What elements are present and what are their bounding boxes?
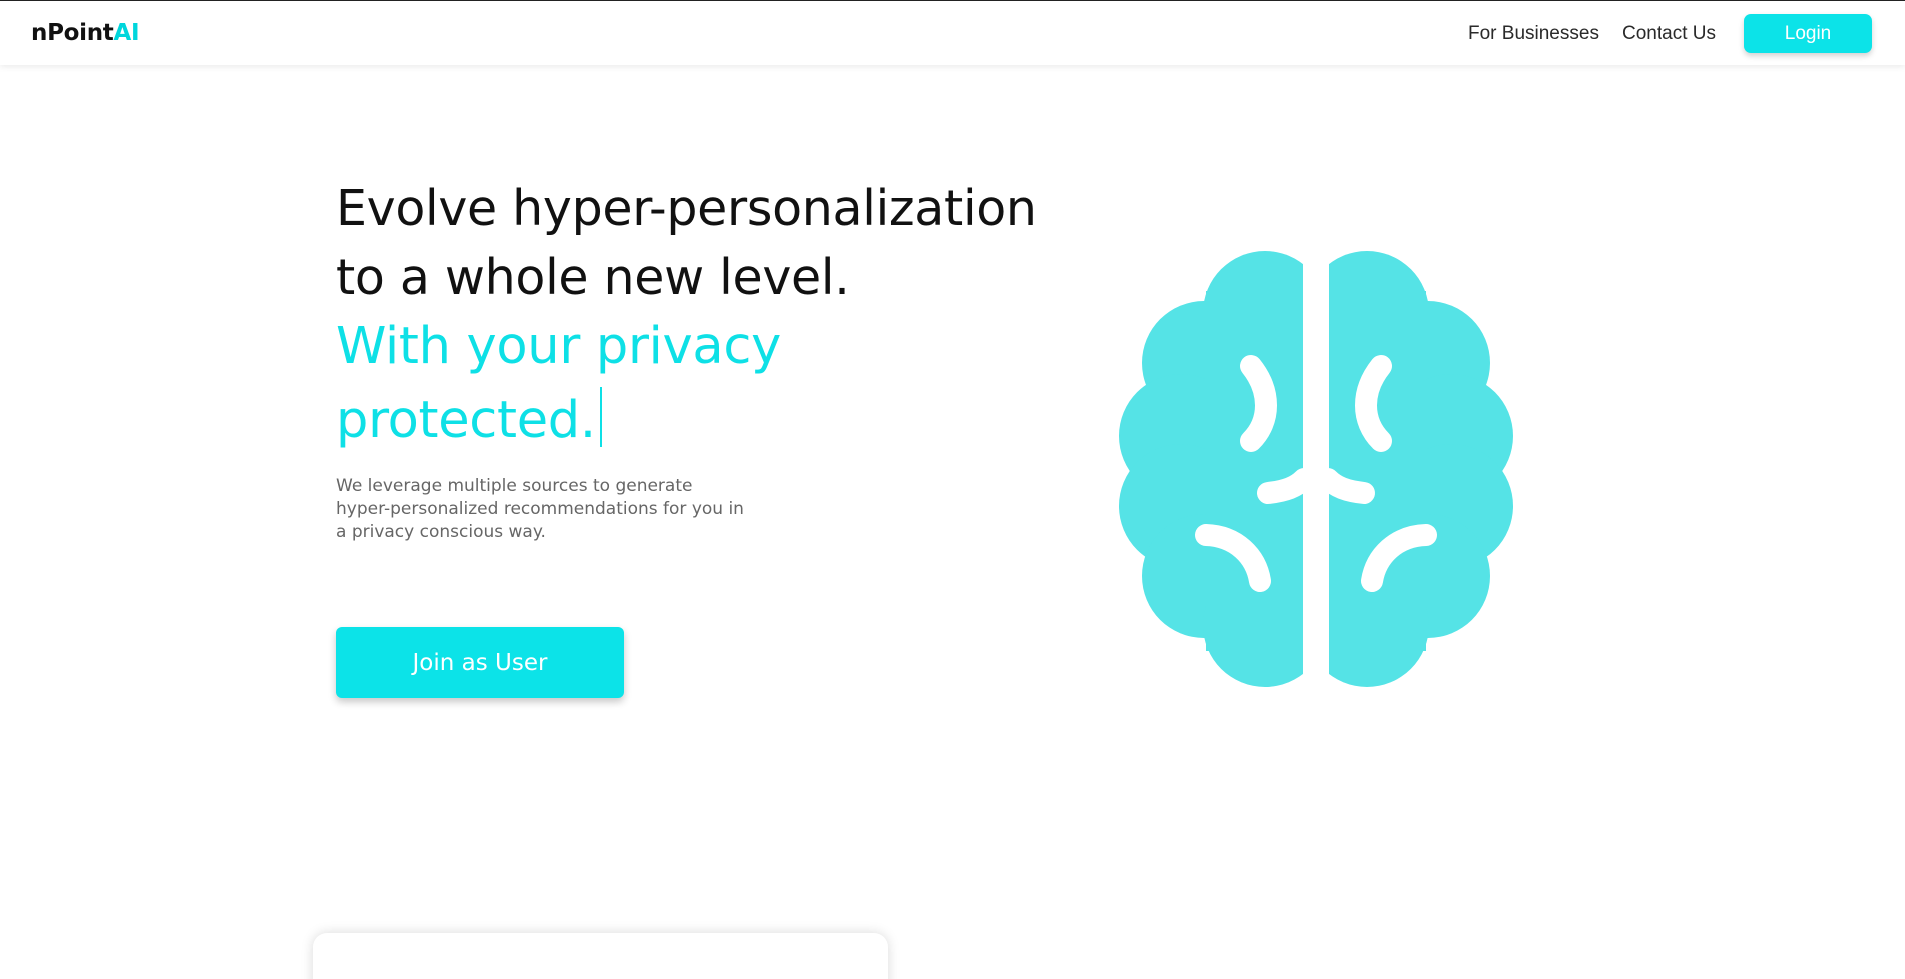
brand-name-accent: AI xyxy=(113,20,140,46)
hero-title: Evolve hyper-personalization to a whole … xyxy=(336,174,1096,312)
top-navbar: nPointAI For Businesses Contact Us Login xyxy=(0,1,1905,65)
join-as-user-button[interactable]: Join as User xyxy=(336,627,624,698)
nav-link-contact-us[interactable]: Contact Us xyxy=(1622,23,1716,45)
typing-cursor xyxy=(599,387,602,447)
nav-link-for-businesses[interactable]: For Businesses xyxy=(1468,23,1599,45)
hero-title-line-2: to a whole new level. xyxy=(336,249,850,306)
brand-name-main: nPoint xyxy=(31,20,114,46)
hero-accent-line-1: With your privacy xyxy=(336,317,781,376)
brain-right-hemisphere xyxy=(1305,251,1513,687)
hero-accent-line-2: protected. xyxy=(336,391,596,450)
hero-title-line-1: Evolve hyper-personalization xyxy=(336,180,1037,237)
feature-card xyxy=(313,933,888,979)
landing-page: nPointAI For Businesses Contact Us Login… xyxy=(0,0,1905,979)
brand-logo[interactable]: nPointAI xyxy=(31,20,140,46)
hero-description: We leverage multiple sources to generate… xyxy=(336,476,744,542)
hero-accent-headline: With your privacy protected. xyxy=(336,310,936,458)
brain-icon xyxy=(1119,251,1513,687)
brain-left-hemisphere xyxy=(1119,251,1327,687)
login-button[interactable]: Login xyxy=(1744,14,1872,53)
